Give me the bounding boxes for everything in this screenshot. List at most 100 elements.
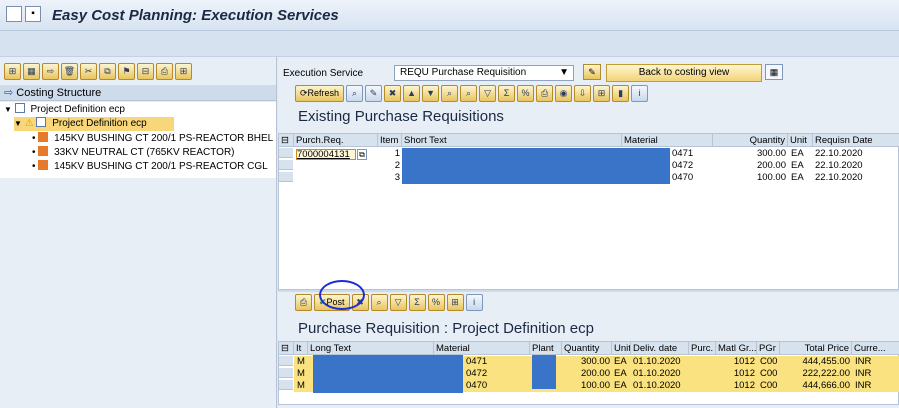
col-header[interactable]: Curre... bbox=[852, 342, 899, 355]
row-selector[interactable] bbox=[279, 356, 293, 366]
right-pane: Execution Service REQU Purchase Requisit… bbox=[278, 57, 899, 408]
left-toolbar: ⊞ ▦ ⇨ 🗑 ✂ ⧉ ⚑ ⊟ ⎙ ⊞ bbox=[4, 63, 192, 81]
sum-icon[interactable]: Σ bbox=[498, 85, 516, 102]
transfer-icon[interactable]: ⇨ bbox=[42, 63, 59, 80]
graphic-icon[interactable]: ▮ bbox=[612, 85, 630, 102]
table-cell: 200.00 bbox=[756, 161, 786, 171]
tree-header[interactable]: ⇨ Costing Structure bbox=[0, 85, 276, 101]
edit-icon[interactable]: ✎ bbox=[365, 85, 383, 102]
table-cell: 2 bbox=[394, 161, 400, 171]
col-header[interactable]: Material bbox=[622, 134, 713, 147]
details-icon[interactable]: ⌕ bbox=[346, 85, 364, 102]
back-to-costing-view-button[interactable]: Back to costing view bbox=[606, 64, 762, 82]
subtotal-icon[interactable]: % bbox=[517, 85, 535, 102]
table-cell: 100.00 bbox=[756, 173, 786, 183]
tree-header-label: Costing Structure bbox=[16, 87, 102, 99]
table-cell: EA bbox=[791, 173, 804, 183]
col-header[interactable]: Short Text bbox=[402, 134, 622, 147]
expand-icon[interactable]: ▼ bbox=[4, 105, 12, 114]
find-next-icon[interactable]: ⌕ bbox=[460, 85, 478, 102]
refresh-button[interactable]: ⟳Refresh bbox=[295, 85, 345, 102]
export-icon[interactable]: ⇩ bbox=[574, 85, 592, 102]
table-cell: 0470 bbox=[466, 381, 488, 391]
filter-icon[interactable]: ▽ bbox=[479, 85, 497, 102]
info-icon[interactable]: i bbox=[465, 294, 483, 311]
sort-asc-icon[interactable]: ▲ bbox=[403, 85, 421, 102]
row-selector[interactable] bbox=[279, 172, 293, 182]
row-selector[interactable] bbox=[279, 148, 293, 158]
table-icon[interactable]: ▦ bbox=[23, 63, 40, 80]
purch-req-link[interactable]: 7000004131 bbox=[296, 149, 356, 160]
material-icon bbox=[38, 160, 49, 170]
col-header[interactable]: Matl Gr... bbox=[716, 342, 757, 355]
tree-node[interactable]: • 145KV BUSHING CT 200/1 PS-REACTOR CGL bbox=[32, 160, 268, 174]
select-all-icon[interactable]: ⊟ bbox=[279, 134, 294, 147]
table-cell: M bbox=[297, 369, 305, 379]
window-menu-icon[interactable]: ▪ bbox=[25, 6, 41, 22]
pane-splitter[interactable] bbox=[278, 289, 899, 292]
table-cell: EA bbox=[614, 357, 627, 367]
copy-icon[interactable]: ⧉ bbox=[99, 63, 116, 80]
tree-node-label: 145KV BUSHING CT 200/1 PS-REACTOR BHEL bbox=[54, 133, 274, 144]
value-help-icon[interactable]: ⧉ bbox=[357, 149, 367, 160]
cut-icon[interactable]: ✂ bbox=[80, 63, 97, 80]
col-header[interactable]: Long Text bbox=[308, 342, 434, 355]
col-header[interactable]: Purc. bbox=[689, 342, 716, 355]
edit-button[interactable]: ✎ bbox=[583, 64, 601, 80]
grid-icon[interactable]: ▦ bbox=[765, 64, 783, 80]
layout-icon[interactable]: ⊞ bbox=[446, 294, 464, 311]
table-cell: 0471 bbox=[466, 357, 488, 367]
bullet-icon: • bbox=[32, 147, 36, 158]
find-icon[interactable]: ⌕ bbox=[441, 85, 459, 102]
layout-icon[interactable]: ⊞ bbox=[593, 85, 611, 102]
col-header[interactable]: Plant bbox=[530, 342, 562, 355]
delete-icon[interactable]: 🗑 bbox=[61, 63, 78, 80]
flag-icon[interactable]: ⚑ bbox=[118, 63, 135, 80]
filter-icon[interactable]: ⊟ bbox=[137, 63, 154, 80]
find-icon[interactable]: ⌕ bbox=[370, 294, 388, 311]
print-icon[interactable]: ⎙ bbox=[295, 294, 312, 311]
material-icon bbox=[38, 132, 49, 142]
layout-icon[interactable]: ⊞ bbox=[175, 63, 192, 80]
table-cell: INR bbox=[855, 357, 872, 367]
info-icon[interactable]: i bbox=[631, 85, 649, 102]
print-icon[interactable]: ⎙ bbox=[536, 85, 554, 102]
costing-tree: ▼ Project Definition ecp ▼ ⚠ Project Def… bbox=[0, 102, 276, 178]
tree-node[interactable]: ▼ Project Definition ecp bbox=[4, 103, 125, 117]
filter-icon[interactable]: ▽ bbox=[389, 294, 407, 311]
views-icon[interactable]: ◉ bbox=[555, 85, 573, 102]
execution-service-select[interactable]: REQU Purchase Requisition ▼ bbox=[394, 65, 574, 81]
col-header[interactable]: Material bbox=[434, 342, 530, 355]
cost-structure-icon[interactable]: ⊞ bbox=[4, 63, 21, 80]
subtotal-icon[interactable]: % bbox=[427, 294, 445, 311]
col-header[interactable]: Purch.Req. bbox=[294, 134, 378, 147]
col-header[interactable]: Quantity bbox=[713, 134, 788, 147]
col-header[interactable]: Total Price bbox=[780, 342, 852, 355]
col-header[interactable]: Quantity bbox=[562, 342, 612, 355]
expand-icon[interactable]: ▼ bbox=[14, 119, 22, 128]
tree-node[interactable]: • 145KV BUSHING CT 200/1 PS-REACTOR BHEL bbox=[32, 132, 273, 146]
tree-node-selected[interactable]: ▼ ⚠ Project Definition ecp bbox=[14, 117, 174, 131]
tree-node-label: 145KV BUSHING CT 200/1 PS-REACTOR CGL bbox=[54, 161, 268, 172]
col-header[interactable]: Item bbox=[378, 134, 402, 147]
col-header[interactable]: PGr bbox=[757, 342, 780, 355]
annotation-circle bbox=[319, 280, 365, 310]
existing-toolbar: ⟳Refresh ⌕ ✎ ✖ ▲ ▼ ⌕ ⌕ ▽ Σ % ⎙ ◉ ⇩ ⊞ ▮ i bbox=[295, 85, 649, 103]
col-header[interactable]: Unit bbox=[788, 134, 813, 147]
col-header[interactable]: Deliv. date bbox=[631, 342, 689, 355]
select-all-icon[interactable]: ⊟ bbox=[279, 342, 294, 355]
col-header[interactable]: Requisn Date bbox=[813, 134, 899, 147]
app-menu-icon[interactable] bbox=[6, 6, 22, 22]
row-selector[interactable] bbox=[279, 380, 293, 390]
existing-table: ⊟ Purch.Req. Item Short Text Material Qu… bbox=[278, 133, 899, 290]
row-selector[interactable] bbox=[279, 368, 293, 378]
delete-row-icon[interactable]: ✖ bbox=[384, 85, 402, 102]
col-header[interactable]: It bbox=[294, 342, 308, 355]
table-cell: 444,666.00 bbox=[802, 381, 850, 391]
tree-node[interactable]: • 33KV NEUTRAL CT (765KV REACTOR) bbox=[32, 146, 235, 160]
col-header[interactable]: Unit bbox=[612, 342, 631, 355]
sum-icon[interactable]: Σ bbox=[408, 294, 426, 311]
row-selector[interactable] bbox=[279, 160, 293, 170]
sort-desc-icon[interactable]: ▼ bbox=[422, 85, 440, 102]
print-icon[interactable]: ⎙ bbox=[156, 63, 173, 80]
